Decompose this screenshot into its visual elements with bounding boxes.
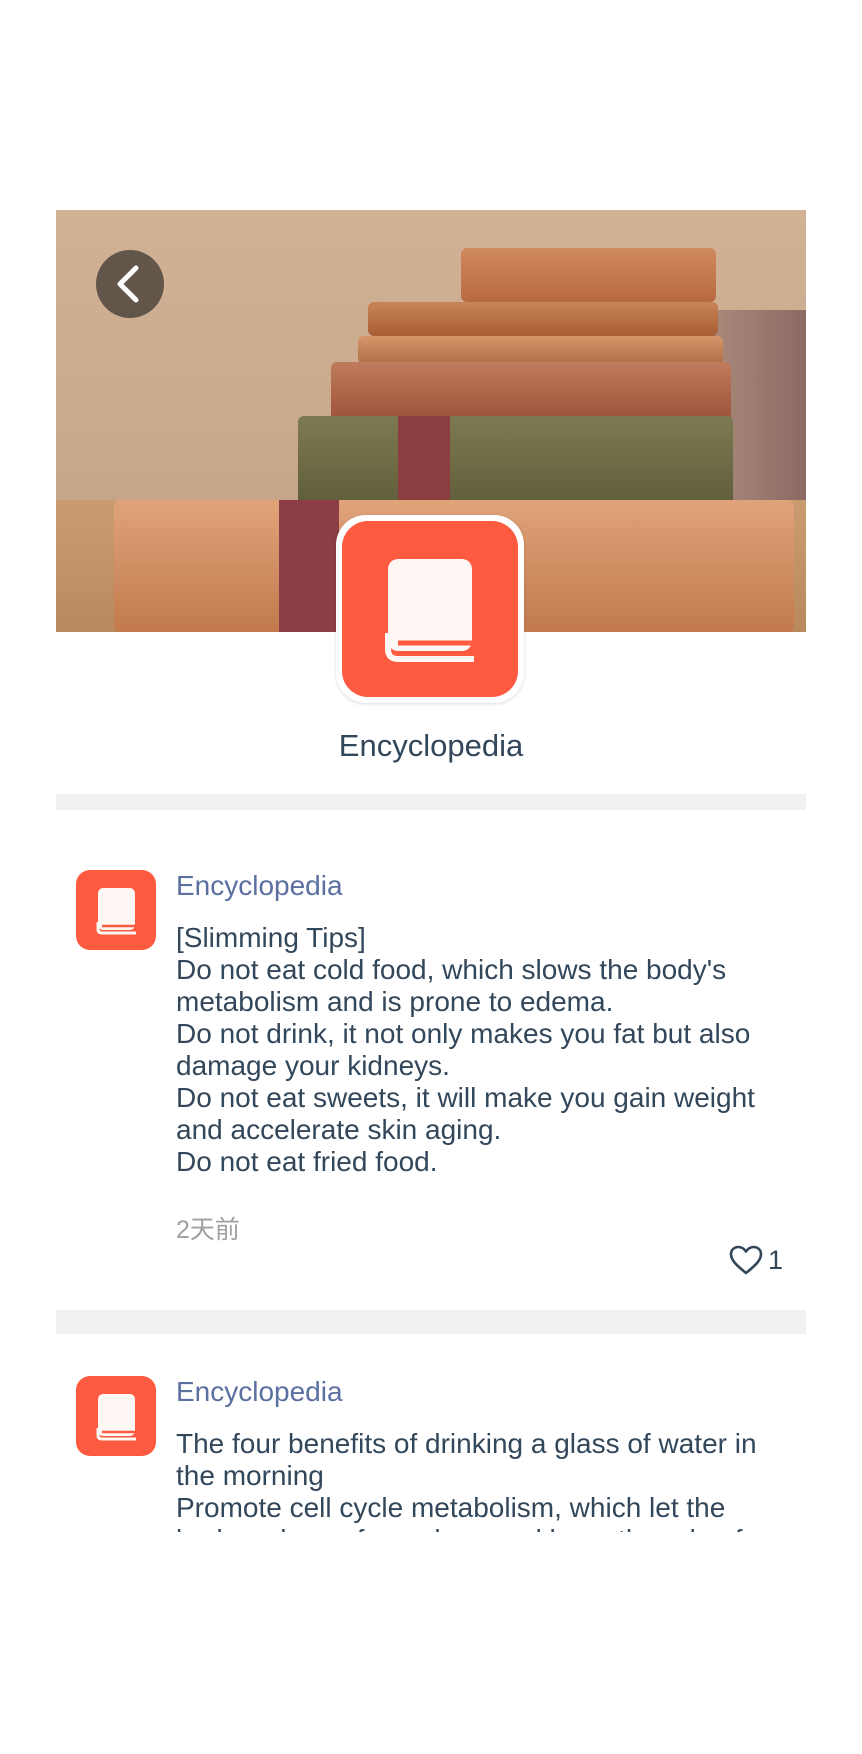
post-line: Do not eat sweets, it will make you gain… (176, 1082, 755, 1145)
post-content: The four benefits of drinking a glass of… (176, 1428, 776, 1532)
app-frame: Encyclopedia Encyclopedia [Slimming Tips… (56, 210, 806, 1545)
post-line: The four benefits of drinking a glass of… (176, 1428, 757, 1491)
like-button[interactable]: 1 (728, 1240, 783, 1280)
book-image (358, 336, 723, 364)
book-image (331, 362, 731, 424)
section-divider (56, 794, 806, 810)
post-line: Promote cell cycle metabolism, which let… (176, 1492, 743, 1532)
book-icon (96, 1394, 136, 1441)
post-author[interactable]: Encyclopedia (176, 870, 343, 902)
app-icon (336, 515, 524, 703)
book-image (298, 416, 733, 508)
like-count: 1 (768, 1244, 784, 1275)
post-line: Do not eat cold food, which slows the bo… (176, 954, 727, 1017)
back-button[interactable] (96, 250, 164, 318)
book-icon (96, 888, 136, 935)
avatar[interactable] (76, 870, 156, 950)
book-icon (385, 559, 474, 662)
book-image (368, 302, 718, 336)
chevron-left-icon (117, 265, 139, 303)
book-image (461, 248, 716, 302)
heart-icon (729, 1245, 763, 1275)
post-timestamp: 2天前 (176, 1216, 240, 1244)
post-author[interactable]: Encyclopedia (176, 1376, 343, 1408)
post-line: Do not drink, it not only makes you fat … (176, 1018, 751, 1081)
post-content: [Slimming Tips] Do not eat cold food, wh… (176, 922, 776, 1178)
app-name: Encyclopedia (338, 728, 524, 763)
post-line: Do not eat fried food. (176, 1146, 438, 1177)
avatar[interactable] (76, 1376, 156, 1456)
post-line: [Slimming Tips] (176, 922, 366, 953)
section-divider (56, 1310, 806, 1334)
